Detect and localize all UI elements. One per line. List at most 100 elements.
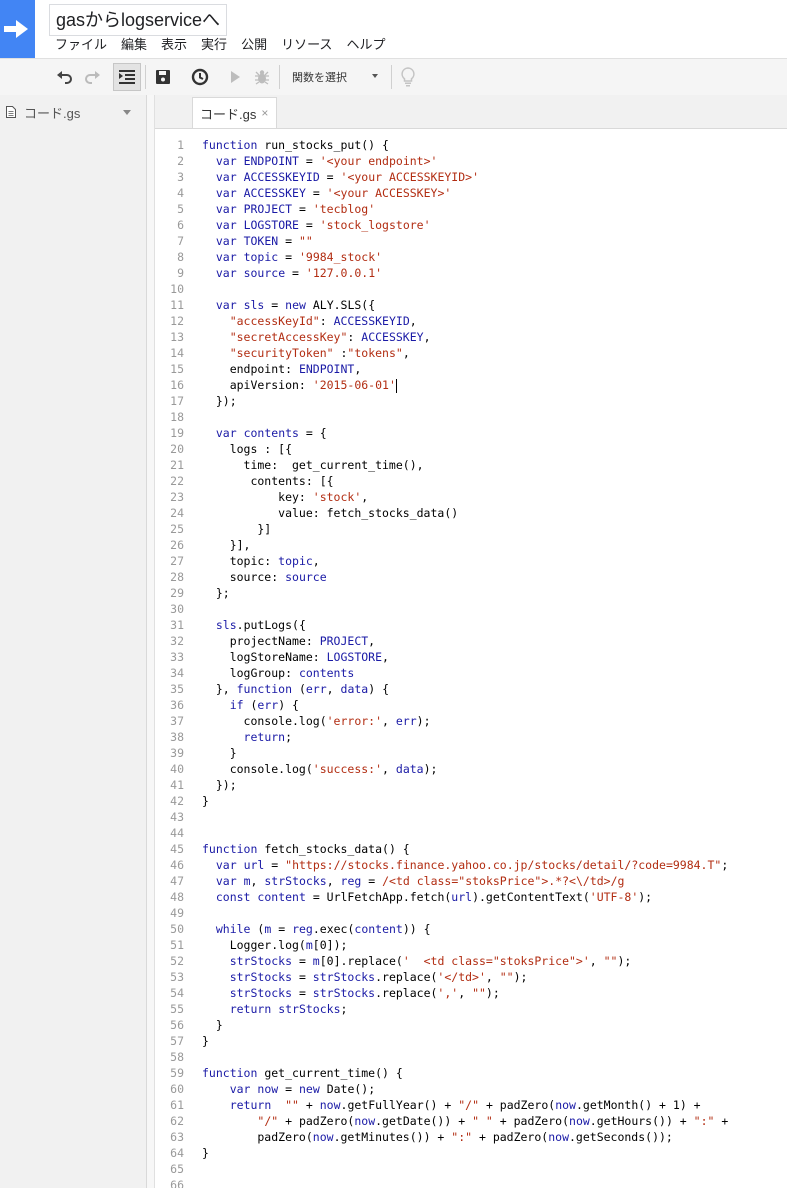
- line-code: var m, strStocks, reg = /<td class="stok…: [202, 873, 625, 889]
- document-title[interactable]: gasからlogserviceへ: [49, 4, 228, 36]
- code-line[interactable]: 43: [155, 809, 787, 825]
- code-line[interactable]: 65: [155, 1161, 787, 1177]
- code-line[interactable]: 37 console.log('error:', err);: [155, 713, 787, 729]
- code-line[interactable]: 66: [155, 1177, 787, 1188]
- code-line[interactable]: 26 }],: [155, 537, 787, 553]
- code-line[interactable]: 30: [155, 601, 787, 617]
- line-number: 11: [170, 298, 184, 312]
- code-line[interactable]: 7 var TOKEN = "": [155, 233, 787, 249]
- menu-edit[interactable]: 編集: [114, 34, 154, 56]
- code-line[interactable]: 53 strStocks = strStocks.replace('</td>'…: [155, 969, 787, 985]
- indent-button[interactable]: [113, 63, 141, 91]
- code-line[interactable]: 55 return strStocks;: [155, 1001, 787, 1017]
- sidebar-splitter[interactable]: [147, 95, 155, 1188]
- code-line[interactable]: 27 topic: topic,: [155, 553, 787, 569]
- code-line[interactable]: 42}: [155, 793, 787, 809]
- redo-button[interactable]: [78, 63, 106, 91]
- code-token: topic: [278, 554, 313, 568]
- tab-code-gs[interactable]: コード.gs ×: [192, 97, 278, 128]
- menu-file[interactable]: ファイル: [48, 34, 114, 56]
- code-line[interactable]: 10: [155, 281, 787, 297]
- code-line[interactable]: 13 "secretAccessKey": ACCESSKEY,: [155, 329, 787, 345]
- code-line[interactable]: 51 Logger.log(m[0]);: [155, 937, 787, 953]
- code-line[interactable]: 64}: [155, 1145, 787, 1161]
- menu-run[interactable]: 実行: [194, 34, 234, 56]
- code-line[interactable]: 44: [155, 825, 787, 841]
- code-line[interactable]: 3 var ACCESSKEYID = '<your ACCESSKEYID>': [155, 169, 787, 185]
- code-line[interactable]: 5 var PROJECT = 'tecblog': [155, 201, 787, 217]
- code-line[interactable]: 36 if (err) {: [155, 697, 787, 713]
- code-line[interactable]: 9 var source = '127.0.0.1': [155, 265, 787, 281]
- code-line[interactable]: 38 return;: [155, 729, 787, 745]
- code-line[interactable]: 11 var sls = new ALY.SLS({: [155, 297, 787, 313]
- function-select[interactable]: 関数を選択: [284, 65, 388, 89]
- debug-button[interactable]: [248, 63, 276, 91]
- code-line[interactable]: 20 logs : [{: [155, 441, 787, 457]
- code-line[interactable]: 40 console.log('success:', data);: [155, 761, 787, 777]
- save-button[interactable]: [149, 63, 177, 91]
- code-line[interactable]: 35 }, function (err, data) {: [155, 681, 787, 697]
- menu-help[interactable]: ヘルプ: [339, 34, 392, 56]
- code-line[interactable]: 19 var contents = {: [155, 425, 787, 441]
- menu-publish[interactable]: 公開: [234, 34, 274, 56]
- code-line[interactable]: 41 });: [155, 777, 787, 793]
- code-line[interactable]: 6 var LOGSTORE = 'stock_logstore': [155, 217, 787, 233]
- triggers-button[interactable]: [186, 63, 214, 91]
- chevron-down-icon[interactable]: [123, 110, 131, 115]
- code-line[interactable]: 16 apiVersion: '2015-06-01': [155, 377, 787, 393]
- code-line[interactable]: 17 });: [155, 393, 787, 409]
- code-line[interactable]: 21 time: get_current_time(),: [155, 457, 787, 473]
- line-code: "/" + padZero(now.getDate()) + " " + pad…: [202, 1113, 728, 1129]
- code-line[interactable]: 45 function fetch_stocks_data() {: [155, 841, 787, 857]
- code-line[interactable]: 54 strStocks = strStocks.replace(',', ""…: [155, 985, 787, 1001]
- code-line[interactable]: 61 return "" + now.getFullYear() + "/" +…: [155, 1097, 787, 1113]
- code-line[interactable]: 50 while (m = reg.exec(content)) {: [155, 921, 787, 937]
- file-item[interactable]: コード.gs: [0, 101, 146, 123]
- apps-script-logo[interactable]: [0, 0, 35, 58]
- code-token: var: [215, 266, 237, 280]
- code-line[interactable]: 62 "/" + padZero(now.getDate()) + " " + …: [155, 1113, 787, 1129]
- code-line[interactable]: 32 projectName: PROJECT,: [155, 633, 787, 649]
- code-line[interactable]: 29 };: [155, 585, 787, 601]
- code-line[interactable]: 8 var topic = '9984_stock': [155, 249, 787, 265]
- code-line[interactable]: 52 strStocks = m[0].replace(' <td class=…: [155, 953, 787, 969]
- code-line[interactable]: 31 sls.putLogs({: [155, 617, 787, 633]
- menu-resources[interactable]: リソース: [274, 34, 339, 56]
- code-line[interactable]: 57}: [155, 1033, 787, 1049]
- code-line[interactable]: 22 contents: [{: [155, 473, 787, 489]
- line-number: 27: [170, 554, 184, 568]
- menu-view[interactable]: 表示: [154, 34, 194, 56]
- code-line[interactable]: 1 function run_stocks_put() {: [155, 137, 787, 153]
- code-line[interactable]: 49: [155, 905, 787, 921]
- code-line[interactable]: 25 }]: [155, 521, 787, 537]
- code-token: .putLogs({: [236, 618, 306, 632]
- run-button[interactable]: [221, 63, 249, 91]
- code-token: time: get_current_time(),: [202, 458, 424, 472]
- code-line[interactable]: 39 }: [155, 745, 787, 761]
- code-line[interactable]: 24 value: fetch_stocks_data(): [155, 505, 787, 521]
- code-line[interactable]: 48 const content = UrlFetchApp.fetch(url…: [155, 889, 787, 905]
- undo-button[interactable]: [51, 63, 79, 91]
- code-line[interactable]: 58: [155, 1049, 787, 1065]
- code-line[interactable]: 63 padZero(now.getMinutes()) + ":" + pad…: [155, 1129, 787, 1145]
- code-line[interactable]: 12 "accessKeyId": ACCESSKEYID,: [155, 313, 787, 329]
- code-line[interactable]: 46 var url = "https://stocks.finance.yah…: [155, 857, 787, 873]
- code-line[interactable]: 2 var ENDPOINT = '<your endpoint>': [155, 153, 787, 169]
- code-line[interactable]: 28 source: source: [155, 569, 787, 585]
- help-lightbulb-button[interactable]: [394, 63, 422, 91]
- code-line[interactable]: 18: [155, 409, 787, 425]
- code-line[interactable]: 23 key: 'stock',: [155, 489, 787, 505]
- close-icon[interactable]: ×: [261, 106, 268, 120]
- code-line[interactable]: 59 function get_current_time() {: [155, 1065, 787, 1081]
- code-line[interactable]: 14 "securityToken" :"tokens",: [155, 345, 787, 361]
- code-line[interactable]: 34 logGroup: contents: [155, 665, 787, 681]
- code-line[interactable]: 33 logStoreName: LOGSTORE,: [155, 649, 787, 665]
- code-line[interactable]: 47 var m, strStocks, reg = /<td class="s…: [155, 873, 787, 889]
- code-line[interactable]: 56 }: [155, 1017, 787, 1033]
- code-editor[interactable]: 1 function run_stocks_put() {2 var ENDPOI…: [155, 129, 787, 1188]
- code-line[interactable]: 60 var now = new Date();: [155, 1081, 787, 1097]
- code-line[interactable]: 4 var ACCESSKEY = '<your ACCESSKEY>': [155, 185, 787, 201]
- code-line[interactable]: 15 endpoint: ENDPOINT,: [155, 361, 787, 377]
